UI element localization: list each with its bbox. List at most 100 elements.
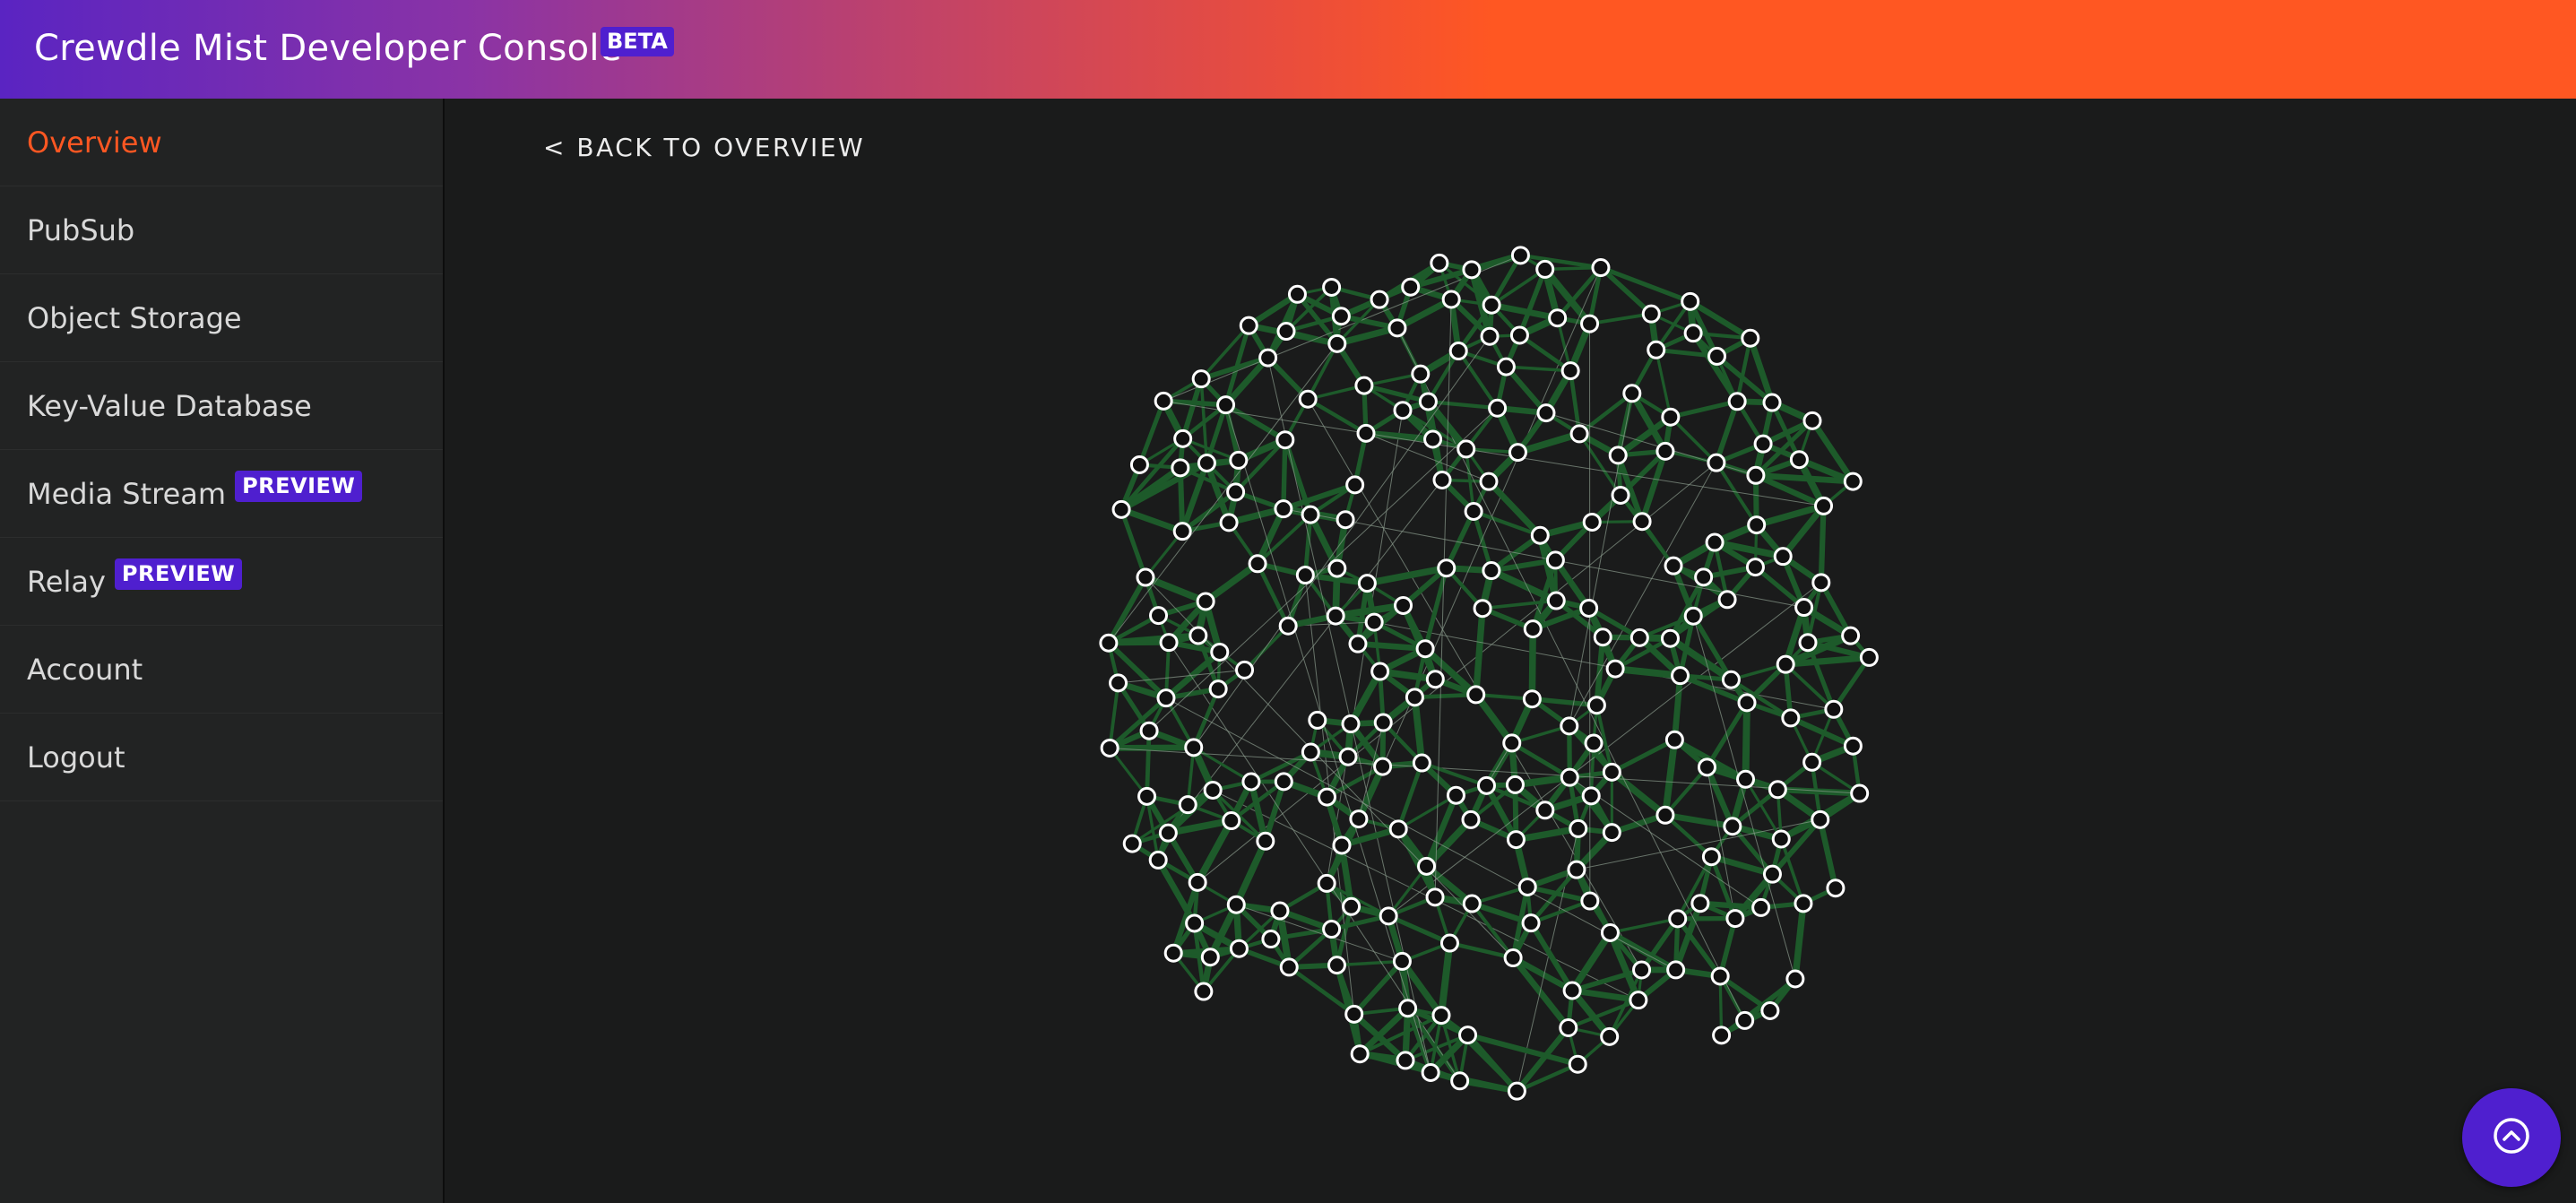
graph-node[interactable] <box>1668 909 1688 929</box>
graph-node[interactable] <box>1591 258 1611 278</box>
graph-node[interactable] <box>1661 407 1681 427</box>
graph-node[interactable] <box>1701 847 1721 867</box>
graph-node[interactable] <box>1274 772 1293 792</box>
graph-node[interactable] <box>1725 909 1745 929</box>
graph-node[interactable] <box>1681 291 1700 311</box>
graph-node[interactable] <box>1560 716 1579 736</box>
graph-node[interactable] <box>1122 834 1142 853</box>
graph-node[interactable] <box>1450 1071 1470 1091</box>
graph-node[interactable] <box>1379 906 1398 926</box>
graph-node[interactable] <box>1641 304 1661 324</box>
graph-node[interactable] <box>1509 325 1529 345</box>
graph-node[interactable] <box>1322 920 1342 939</box>
graph-node[interactable] <box>1560 361 1580 381</box>
graph-node[interactable] <box>1327 558 1347 578</box>
graph-node[interactable] <box>1506 830 1526 850</box>
graph-node[interactable] <box>1441 290 1461 309</box>
graph-node[interactable] <box>1798 633 1818 653</box>
graph-node[interactable] <box>1332 835 1352 855</box>
graph-node[interactable] <box>1655 805 1675 825</box>
sidebar-item-object-storage[interactable]: Object Storage <box>0 274 443 362</box>
graph-node[interactable] <box>1480 326 1500 346</box>
graph-node[interactable] <box>1356 423 1376 443</box>
graph-node[interactable] <box>1256 831 1275 851</box>
graph-node[interactable] <box>1666 960 1686 980</box>
graph-node[interactable] <box>1457 439 1476 459</box>
graph-node[interactable] <box>1745 558 1765 577</box>
graph-node[interactable] <box>1545 550 1565 570</box>
graph-node[interactable] <box>1189 626 1208 645</box>
graph-node[interactable] <box>1137 786 1157 806</box>
graph-node[interactable] <box>1785 969 1805 989</box>
graph-node[interactable] <box>1462 260 1482 280</box>
graph-node[interactable] <box>1473 599 1492 619</box>
graph-node[interactable] <box>1222 811 1241 831</box>
graph-node[interactable] <box>1462 894 1482 913</box>
graph-node[interactable] <box>1568 1054 1587 1074</box>
graph-node[interactable] <box>1239 316 1258 335</box>
graph-node[interactable] <box>1768 780 1787 800</box>
graph-node[interactable] <box>1569 424 1589 444</box>
graph-node[interactable] <box>1629 627 1649 647</box>
graph-node[interactable] <box>1466 685 1486 705</box>
graph-node[interactable] <box>1811 809 1830 829</box>
scroll-to-top-button[interactable] <box>2462 1088 2561 1187</box>
graph-node[interactable] <box>1776 654 1795 674</box>
graph-node[interactable] <box>1622 384 1642 403</box>
graph-node[interactable] <box>1580 891 1600 911</box>
graph-node[interactable] <box>1437 558 1457 578</box>
graph-node[interactable] <box>1301 742 1320 762</box>
graph-node[interactable] <box>1707 346 1727 366</box>
graph-node[interactable] <box>1586 696 1606 715</box>
graph-node[interactable] <box>1794 894 1813 913</box>
sidebar-item-relay[interactable]: Relay PREVIEW <box>0 538 443 626</box>
graph-node[interactable] <box>1448 342 1468 361</box>
graph-node[interactable] <box>1581 786 1601 806</box>
graph-node[interactable] <box>1741 328 1760 348</box>
graph-node[interactable] <box>1843 472 1863 491</box>
graph-node[interactable] <box>1425 670 1445 689</box>
graph-node[interactable] <box>1751 897 1771 917</box>
graph-node[interactable] <box>1841 626 1861 645</box>
graph-node[interactable] <box>1235 660 1255 679</box>
graph-node[interactable] <box>1705 532 1725 552</box>
graph-node[interactable] <box>1349 809 1369 829</box>
graph-node[interactable] <box>1762 393 1782 412</box>
graph-node[interactable] <box>1600 1026 1620 1046</box>
graph-node[interactable] <box>1781 708 1801 728</box>
graph-node[interactable] <box>1411 364 1431 384</box>
graph-node[interactable] <box>1327 333 1347 353</box>
graph-node[interactable] <box>1196 592 1215 611</box>
graph-node[interactable] <box>1482 561 1501 581</box>
graph-node[interactable] <box>1496 357 1516 376</box>
graph-node[interactable] <box>1560 767 1579 787</box>
graph-node[interactable] <box>1760 1000 1780 1020</box>
graph-node[interactable] <box>1322 277 1342 297</box>
graph-node[interactable] <box>1762 864 1782 884</box>
graph-node[interactable] <box>1632 960 1652 980</box>
graph-node[interactable] <box>1261 930 1281 949</box>
graph-node[interactable] <box>1184 738 1204 757</box>
graph-node[interactable] <box>1859 647 1879 667</box>
graph-node[interactable] <box>1602 823 1621 843</box>
graph-node[interactable] <box>1188 872 1207 892</box>
graph-node[interactable] <box>1535 801 1555 820</box>
graph-node[interactable] <box>1139 721 1159 740</box>
graph-node[interactable] <box>1562 981 1582 1000</box>
graph-node[interactable] <box>1388 819 1408 839</box>
graph-node[interactable] <box>1171 458 1190 478</box>
graph-node[interactable] <box>1370 290 1389 309</box>
graph-node[interactable] <box>1219 513 1239 532</box>
graph-node[interactable] <box>1647 340 1666 359</box>
graph-node[interactable] <box>1683 324 1703 343</box>
graph-node[interactable] <box>1341 714 1361 734</box>
graph-node[interactable] <box>1417 856 1437 876</box>
graph-node[interactable] <box>1364 612 1384 632</box>
graph-node[interactable] <box>1432 470 1452 489</box>
graph-node[interactable] <box>1279 957 1299 977</box>
graph-node[interactable] <box>1602 762 1621 782</box>
graph-node[interactable] <box>1163 943 1183 963</box>
graph-node[interactable] <box>1660 628 1680 648</box>
graph-node[interactable] <box>1458 1026 1478 1045</box>
graph-node[interactable] <box>1507 1081 1526 1101</box>
